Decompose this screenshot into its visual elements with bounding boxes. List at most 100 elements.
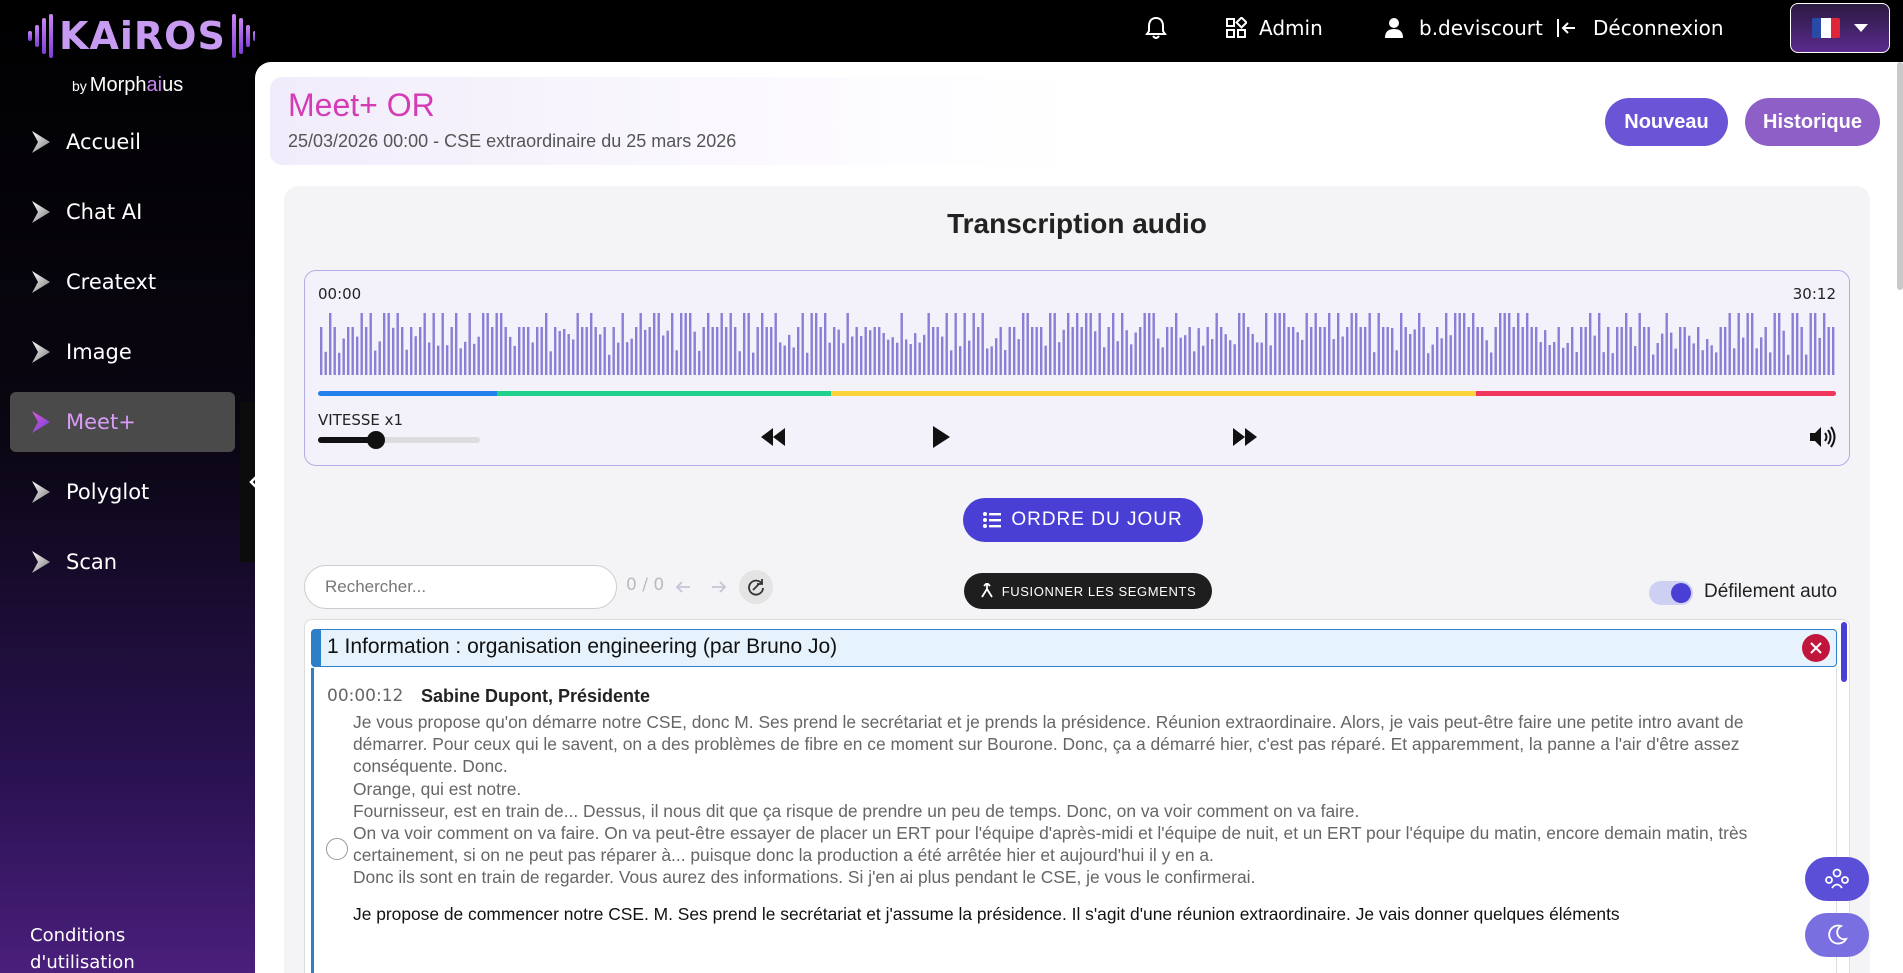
waveform-bar <box>1575 352 1578 375</box>
waveform-bar <box>1728 313 1731 375</box>
waveform-bar <box>558 331 561 375</box>
new-button[interactable]: Nouveau <box>1605 98 1728 146</box>
waveform-bar <box>1814 313 1817 375</box>
segment-speaker[interactable]: Sabine Dupont, Présidente <box>421 686 650 707</box>
waveform-bar <box>801 313 804 375</box>
waveform-bar <box>855 327 858 375</box>
segment-rewritten-text[interactable]: Je propose de commencer notre CSE. M. Se… <box>353 903 1808 925</box>
agenda-label: ORDRE DU JOUR <box>1011 509 1183 530</box>
admin-label: Admin <box>1259 16 1323 40</box>
waveform-bar <box>1805 354 1808 375</box>
speaker-segment[interactable] <box>497 391 832 396</box>
kairos-logo[interactable]: KAiROS by Morphaius <box>28 10 257 100</box>
search-input[interactable] <box>304 565 617 609</box>
waveform-bar <box>1643 327 1646 375</box>
team-assistant-button[interactable] <box>1805 857 1869 901</box>
brand-subtitle: by Morphaius <box>72 74 184 96</box>
sidebar-item-scan[interactable]: Scan <box>10 532 235 592</box>
agenda-button[interactable]: ORDRE DU JOUR <box>963 498 1203 542</box>
play-button[interactable] <box>923 419 959 455</box>
terms-link[interactable]: Conditions d'utilisation <box>30 922 135 973</box>
waveform-bar <box>360 313 363 375</box>
theme-toggle-button[interactable] <box>1805 913 1869 957</box>
waveform-bar <box>1152 313 1155 375</box>
sidebar-item-label: Image <box>66 340 132 364</box>
waveform-bar <box>567 334 570 375</box>
sidebar-item-polyglot[interactable]: Polyglot <box>10 462 235 522</box>
waveform-bar <box>1764 327 1767 375</box>
waveform-bar <box>1251 333 1254 375</box>
chevron-right-icon <box>32 551 50 573</box>
waveform-bar <box>1062 329 1065 375</box>
transcription-panel: Transcription audio 00:00 30:12 VITESSE … <box>284 186 1870 973</box>
speaker-segment[interactable] <box>831 391 1477 396</box>
rewind-button[interactable] <box>755 419 791 455</box>
sidebar-item-accueil[interactable]: Accueil <box>10 112 235 172</box>
sidebar-item-label: Polyglot <box>66 480 150 504</box>
rewind-icon <box>761 428 785 446</box>
waveform-bar <box>1445 313 1448 375</box>
search-counter: 0 / 0 <box>626 575 665 595</box>
speed-slider[interactable] <box>318 431 480 449</box>
agenda-topic-header[interactable]: 1 Information : organisation engineering… <box>311 629 1837 667</box>
refresh-icon <box>748 579 764 596</box>
topic-close-button[interactable] <box>1802 634 1830 662</box>
waveform[interactable] <box>318 311 1836 375</box>
waveform-bar <box>1751 313 1754 375</box>
volume-button[interactable] <box>1805 419 1841 455</box>
waveform-bar <box>1211 339 1214 375</box>
segment-select-radio[interactable] <box>326 838 348 860</box>
waveform-bar <box>864 327 867 375</box>
user-menu[interactable]: b.deviscourt <box>1383 12 1543 44</box>
speed-slider-handle[interactable] <box>367 431 386 449</box>
waveform-bar <box>698 350 701 375</box>
waveform-bar <box>1197 328 1200 375</box>
waveform-bar <box>545 313 548 375</box>
sidebar-item-meet[interactable]: Meet+ <box>10 392 235 452</box>
waveform-bar <box>1391 328 1394 375</box>
merge-segments-button[interactable]: FUSIONNER LES SEGMENTS <box>964 573 1212 609</box>
waveform-bar <box>1044 345 1047 375</box>
list-icon <box>983 512 1002 528</box>
sidebar-item-creatext[interactable]: Creatext <box>10 252 235 312</box>
waveform-bar <box>1368 313 1371 375</box>
fast-forward-button[interactable] <box>1227 419 1263 455</box>
waveform-bar <box>1215 313 1218 375</box>
segment-timestamp[interactable]: 00:00:12 <box>327 686 403 706</box>
waveform-bar <box>1769 352 1772 375</box>
transcript-scrollbar[interactable] <box>1841 622 1847 682</box>
waveform-bar <box>1116 341 1119 375</box>
search-next-button[interactable] <box>702 570 736 604</box>
search-clear-button[interactable] <box>739 570 773 604</box>
speaker-segment[interactable] <box>318 391 498 396</box>
search-previous-button[interactable] <box>666 570 700 604</box>
waveform-bar <box>387 313 390 375</box>
sidebar-item-label: Scan <box>66 550 118 574</box>
merge-label: FUSIONNER LES SEGMENTS <box>1001 583 1197 599</box>
sidebar-item-chat-ai[interactable]: Chat AI <box>10 182 235 242</box>
segment-original-text[interactable]: Je vous propose qu'on démarre notre CSE,… <box>353 711 1808 889</box>
waveform-bar <box>1319 327 1322 375</box>
waveform-bar <box>873 327 876 375</box>
waveform-bar <box>707 313 710 375</box>
french-flag-icon <box>1812 18 1840 38</box>
speaker-segment[interactable] <box>1476 391 1836 396</box>
language-selector[interactable] <box>1790 3 1890 53</box>
waveform-bar <box>1323 327 1326 375</box>
autoscroll-toggle[interactable] <box>1649 581 1693 605</box>
speaker-segments-bar[interactable] <box>318 391 1836 396</box>
waveform-bar <box>1548 345 1551 375</box>
waveform-bar <box>941 336 944 375</box>
chevron-right-icon <box>32 341 50 363</box>
history-button[interactable]: Historique <box>1745 98 1880 146</box>
waveform-bar <box>1436 327 1439 375</box>
waveform-bar <box>986 348 989 375</box>
notifications-button[interactable] <box>1145 12 1167 44</box>
page-scrollbar[interactable] <box>1897 62 1903 290</box>
waveform-bar <box>1170 327 1173 375</box>
admin-link[interactable]: Admin <box>1225 12 1323 44</box>
waveform-bar <box>563 329 566 375</box>
logout-button[interactable]: Déconnexion <box>1555 12 1724 44</box>
sidebar-item-image[interactable]: Image <box>10 322 235 382</box>
waveform-bar <box>1310 327 1313 375</box>
